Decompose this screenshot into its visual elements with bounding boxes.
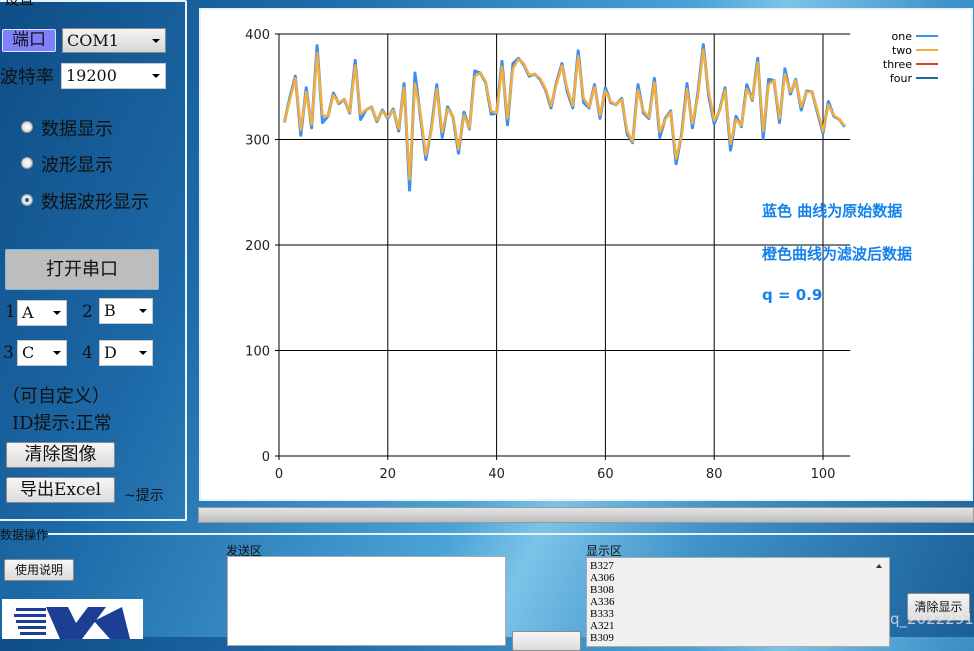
x-tick-label: 20 bbox=[380, 467, 397, 482]
x-tick-label: 60 bbox=[597, 467, 614, 482]
x-tick-label: 80 bbox=[706, 467, 723, 482]
legend-label-two: two bbox=[892, 44, 912, 57]
y-tick-label: 400 bbox=[245, 28, 270, 43]
y-tick-label: 200 bbox=[245, 239, 270, 254]
x-tick-label: 100 bbox=[811, 467, 836, 482]
series-line-two bbox=[283, 48, 846, 181]
display-line: A336 bbox=[590, 596, 615, 608]
x-tick-label: 40 bbox=[488, 467, 505, 482]
display-listbox[interactable]: B327 A306 B308 A336 B333 A321 B309 bbox=[586, 557, 890, 647]
legend-label-one: one bbox=[892, 30, 913, 43]
y-tick-label: 100 bbox=[245, 345, 270, 360]
help-button[interactable]: 使用说明 bbox=[4, 559, 74, 581]
chart-note-orange: 橙色曲线为滤波后数据 bbox=[762, 245, 913, 263]
x-tick-label: 0 bbox=[275, 467, 283, 482]
chart-note-blue: 蓝色 曲线为原始数据 bbox=[762, 202, 903, 220]
y-tick-label: 0 bbox=[262, 450, 270, 465]
series-line-one bbox=[282, 43, 846, 192]
watermark: https://blog.csdn.net/qq_20222919 bbox=[720, 610, 974, 628]
display-line: A306 bbox=[590, 572, 615, 584]
data-ops-title: 数据操作 bbox=[0, 528, 49, 542]
display-line: B309 bbox=[590, 632, 614, 644]
y-tick-label: 300 bbox=[245, 134, 270, 149]
horizontal-scrollbar[interactable] bbox=[198, 507, 974, 523]
display-line: B327 bbox=[590, 560, 614, 572]
chart-note-q: q = 0.9 bbox=[762, 286, 823, 304]
data-ops-divider bbox=[48, 533, 974, 535]
display-line: B308 bbox=[590, 584, 614, 596]
legend-label-three: three bbox=[883, 58, 912, 71]
send-textarea[interactable] bbox=[227, 556, 506, 646]
legend-label-four: four bbox=[890, 72, 913, 85]
logo bbox=[2, 599, 143, 639]
logo-icon bbox=[14, 607, 130, 639]
send-button[interactable] bbox=[512, 631, 581, 651]
scroll-up-icon[interactable] bbox=[876, 564, 882, 568]
